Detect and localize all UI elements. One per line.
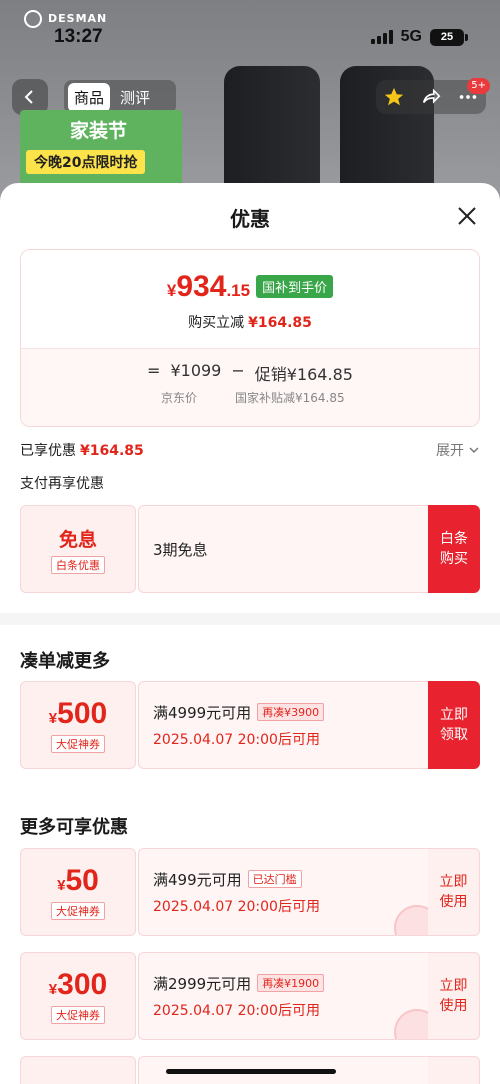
discount-sheet: 优惠 ¥934.15 国补到手价 购买立减 ¥164.85 = ¥1099 − 促… (0, 183, 500, 1084)
battery-icon: 25 (430, 28, 468, 46)
tab-product[interactable]: 商品 (68, 82, 111, 112)
cellular-signal-icon (370, 30, 393, 44)
coupon-tag: 大促神券 (51, 902, 105, 920)
promo-banner[interactable]: 家装节 今晚20点限时抢 (20, 110, 182, 190)
product-tabs: 商品 测评 (64, 80, 176, 114)
close-icon[interactable] (456, 205, 478, 227)
pay-section-label: 支付再享优惠 (20, 476, 104, 492)
coupon-title: 免息 (58, 528, 97, 551)
sheet-title: 优惠 (230, 207, 270, 231)
gov-subsidy-tag: 国补到手价 (256, 275, 334, 298)
more-badge: 5+ (467, 78, 490, 94)
share-icon[interactable] (420, 86, 442, 108)
final-price: ¥934.15 (166, 270, 251, 303)
instant-reduction: 购买立减 ¥164.85 (188, 315, 312, 331)
star-favorite-icon[interactable] (383, 86, 405, 108)
bundle-section-title: 凑单减更多 (20, 651, 110, 672)
coupon-300: ¥300 大促神券 满2999元可用 再凑¥1900 2025.04.07 20:… (20, 952, 480, 1040)
coupon-condition: 满499元可用 (153, 870, 242, 889)
coupon-amount: ¥300 (48, 968, 108, 1001)
promo-amount: 促销¥164.85 (254, 365, 353, 384)
use-coupon-button[interactable]: 立即 使用 (428, 952, 480, 1040)
coupon-tag: 大促神券 (51, 735, 105, 753)
use-coupon-button[interactable]: 立即 使用 (428, 848, 480, 936)
coupon-threshold-tag: 已达门槛 (247, 870, 302, 888)
chevron-down-icon (469, 447, 479, 454)
baitiao-buy-button[interactable]: 白条 购买 (428, 505, 480, 593)
subsidy-label: 国家补贴减¥164.85 (235, 391, 345, 405)
enjoyed-discount: 已享优惠 ¥164.85 (20, 443, 144, 459)
product-page-background: DESMAN 13:27 5G 25 商品 测评 家装节 今晚20点限时抢 5+ (0, 0, 500, 200)
coupon-gap-tag: 再凑¥1900 (257, 974, 325, 992)
coupon-tag: 白条优惠 (51, 555, 105, 574)
chevron-left-icon (24, 90, 33, 104)
price-calculation: = ¥1099 − 促销¥164.85 (147, 361, 353, 384)
coupon-date: 2025.04.07 20:00后可用 (153, 898, 320, 915)
expand-button[interactable]: 展开 (436, 440, 480, 460)
promo-banner-subtitle: 今晚20点限时抢 (26, 150, 146, 174)
claim-coupon-button[interactable]: 立即 领取 (428, 681, 480, 769)
more-section-title: 更多可享优惠 (20, 817, 128, 838)
coupon-amount: ¥500 (48, 697, 108, 730)
network-label: 5G (400, 28, 422, 45)
status-bar-right: 5G 25 (370, 28, 468, 46)
product-image-lock-front (224, 66, 320, 200)
coupon-desc: 3期免息 (153, 540, 208, 559)
coupon-date: 2025.04.07 20:00后可用 (153, 1002, 320, 1019)
coupon-date: 2025.04.07 20:00后可用 (153, 731, 320, 748)
coupon-condition: 满2999元可用 (153, 974, 252, 993)
jd-price: ¥1099 (170, 361, 222, 380)
coupon-amount: ¥50 (57, 864, 99, 897)
coupon-condition: 满4999元可用 (153, 703, 252, 722)
price-summary-card: ¥934.15 国补到手价 购买立减 ¥164.85 = ¥1099 − 促销¥1… (20, 249, 480, 427)
tab-review[interactable]: 测评 (114, 83, 156, 112)
promo-banner-title: 家装节 (70, 120, 128, 142)
coupon-gap-tag: 再凑¥3900 (257, 703, 325, 721)
status-time: 13:27 (54, 26, 103, 47)
jd-price-label: 京东价 (161, 391, 198, 405)
coupon-50: ¥50 大促神券 满499元可用 已达门槛 2025.04.07 20:00后可用… (20, 848, 480, 936)
coupon-interest-free: 免息 白条优惠 3期免息 白条 购买 (20, 505, 480, 593)
coupon-tag: 大促神券 (51, 1006, 105, 1024)
coupon-500: ¥500 大促神券 满4999元可用 再凑¥3900 2025.04.07 20:… (20, 681, 480, 769)
section-divider (0, 613, 500, 625)
home-indicator (166, 1069, 336, 1074)
